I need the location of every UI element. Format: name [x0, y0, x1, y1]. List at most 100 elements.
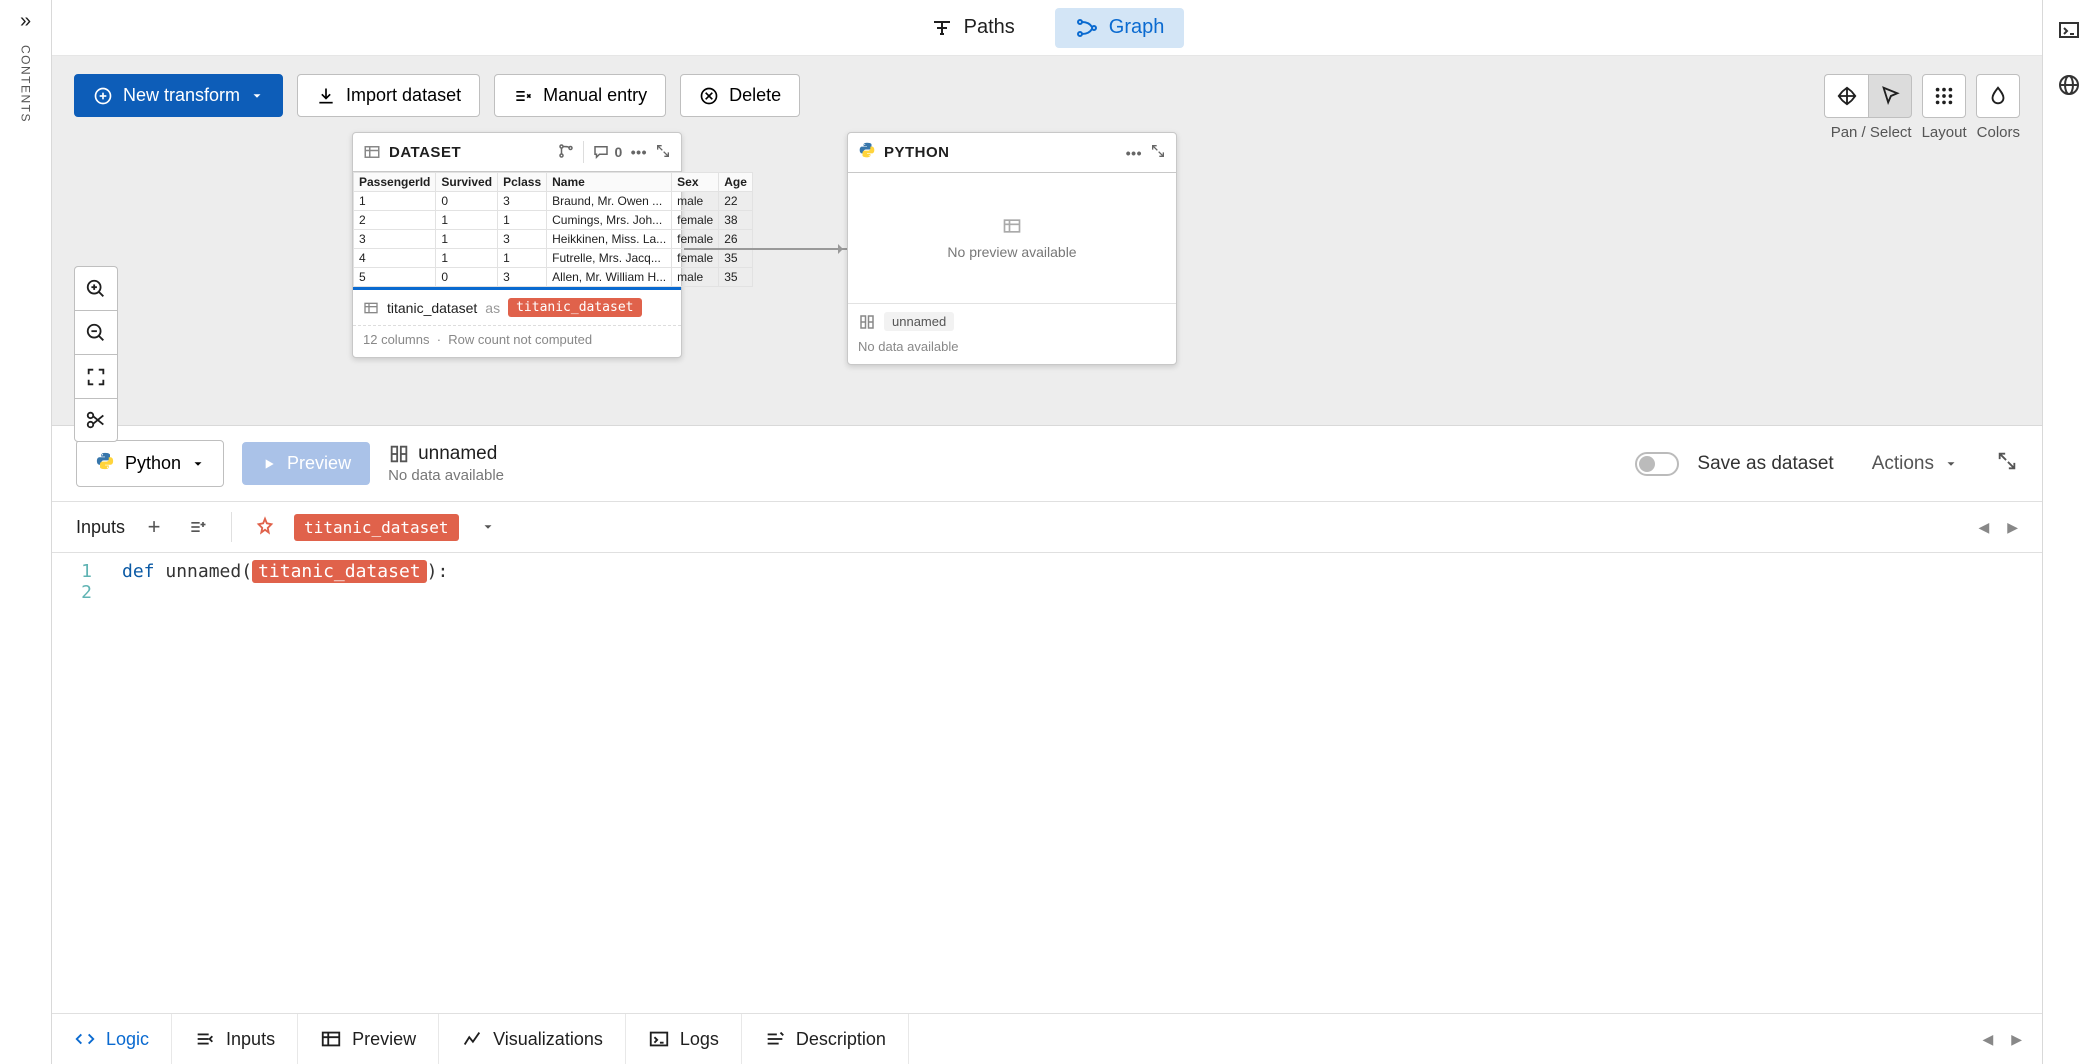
preview-button[interactable]: Preview: [242, 442, 370, 485]
table-cell: 4: [354, 249, 436, 268]
inputs-tab[interactable]: Inputs: [172, 1014, 298, 1064]
expand-editor-button[interactable]: [1996, 450, 2018, 478]
code-icon: [74, 1028, 96, 1050]
row-count: Row count not computed: [448, 332, 592, 347]
fit-screen-button[interactable]: [74, 354, 118, 398]
table-cell: male: [672, 268, 719, 287]
code-function-name: unnamed: [165, 561, 241, 582]
delete-label: Delete: [729, 85, 781, 106]
table-cell: 0: [436, 192, 498, 211]
table-cell: 1: [436, 230, 498, 249]
table-cell: female: [672, 211, 719, 230]
table-header: Survived: [436, 173, 498, 192]
table-cell: 2: [354, 211, 436, 230]
table-cell: female: [672, 249, 719, 268]
transform-icon: [858, 313, 876, 331]
colors-label: Colors: [1977, 124, 2020, 141]
logs-tab[interactable]: Logs: [626, 1014, 742, 1064]
expand-node-icon[interactable]: [1150, 143, 1166, 162]
zoom-in-button[interactable]: [74, 266, 118, 310]
dataset-as: as: [485, 300, 500, 316]
description-tab-label: Description: [796, 1029, 886, 1050]
inputs-prev[interactable]: ◀: [1978, 519, 1989, 536]
python-logo-icon: [95, 451, 115, 476]
input-marker-icon[interactable]: [250, 512, 280, 542]
zoom-out-button[interactable]: [74, 310, 118, 354]
code-keyword: def: [122, 561, 155, 582]
inputs-label: Inputs: [76, 517, 125, 538]
input-tag[interactable]: titanic_dataset: [294, 514, 459, 541]
description-tab[interactable]: Description: [742, 1014, 909, 1064]
description-icon: [764, 1028, 786, 1050]
more-icon[interactable]: •••: [631, 144, 647, 160]
code-editor[interactable]: 1 def unnamed(titanic_dataset): 2: [52, 553, 2042, 1013]
table-row: 503Allen, Mr. William H...male35: [354, 268, 753, 287]
colors-tool-button[interactable]: [1976, 74, 2020, 118]
dataset-preview-table: PassengerIdSurvivedPclassNameSexAge 103B…: [353, 172, 753, 287]
save-as-dataset-toggle[interactable]: [1635, 452, 1679, 476]
crop-button[interactable]: [74, 398, 118, 442]
globe-icon[interactable]: [2057, 73, 2081, 100]
cursor-icon: [1879, 85, 1901, 107]
table-header: Name: [547, 173, 672, 192]
tabs-prev[interactable]: ◀: [1982, 1031, 1993, 1048]
scissor-icon: [85, 409, 107, 431]
preview-label: Preview: [287, 453, 351, 474]
add-input-list-button[interactable]: [183, 512, 213, 542]
table-icon: [1002, 216, 1022, 236]
pan-select-label: Pan / Select: [1831, 124, 1912, 141]
terminal-icon[interactable]: [2057, 18, 2081, 45]
caret-down-icon: [250, 89, 264, 103]
language-label: Python: [125, 453, 181, 474]
expand-sidebar-icon[interactable]: »: [20, 10, 31, 33]
dataset-name: titanic_dataset: [387, 300, 477, 316]
more-icon[interactable]: •••: [1126, 145, 1142, 161]
table-row: 103Braund, Mr. Owen ...male22: [354, 192, 753, 211]
table-cell: female: [672, 230, 719, 249]
paths-tab[interactable]: Paths: [910, 8, 1035, 48]
select-tool-button[interactable]: [1868, 74, 1912, 118]
zoom-in-icon: [85, 278, 107, 300]
input-caret-down[interactable]: [473, 512, 503, 542]
dataset-node[interactable]: DATASET 0 ••• PassengerIdSurvivedP: [352, 132, 682, 358]
preview-tab-label: Preview: [352, 1029, 416, 1050]
move-icon: [1836, 85, 1858, 107]
manual-entry-button[interactable]: Manual entry: [494, 74, 666, 117]
contents-label[interactable]: CONTENTS: [19, 45, 33, 123]
language-select[interactable]: Python: [76, 440, 224, 487]
table-cell: Allen, Mr. William H...: [547, 268, 672, 287]
main-area: Paths Graph New transform Import dataset: [52, 0, 2042, 1064]
import-dataset-button[interactable]: Import dataset: [297, 74, 480, 117]
inputs-next[interactable]: ▶: [2007, 519, 2018, 536]
logic-tab[interactable]: Logic: [52, 1014, 172, 1064]
new-transform-button[interactable]: New transform: [74, 74, 283, 117]
layout-tool-button[interactable]: [1922, 74, 1966, 118]
dataset-node-footer: titanic_dataset as titanic_dataset: [353, 287, 681, 325]
table-cell: 35: [719, 249, 753, 268]
no-data-label: No data available: [858, 339, 958, 354]
branch-icon[interactable]: [557, 142, 575, 163]
table-cell: Cumings, Mrs. Joh...: [547, 211, 672, 230]
table-cell: 0: [436, 268, 498, 287]
delete-button[interactable]: Delete: [680, 74, 800, 117]
table-cell: 3: [498, 192, 547, 211]
table-row: 411Futrelle, Mrs. Jacq...female35: [354, 249, 753, 268]
actions-dropdown[interactable]: Actions: [1872, 453, 1958, 475]
graph-tab[interactable]: Graph: [1055, 8, 1185, 48]
expand-node-icon[interactable]: [655, 143, 671, 162]
visualizations-tab[interactable]: Visualizations: [439, 1014, 626, 1064]
graph-canvas[interactable]: New transform Import dataset Manual entr…: [52, 56, 2042, 426]
comment-icon[interactable]: 0: [592, 143, 622, 161]
import-dataset-label: Import dataset: [346, 85, 461, 106]
pan-tool-button[interactable]: [1824, 74, 1868, 118]
graph-edge: [684, 248, 847, 250]
no-preview-label: No preview available: [947, 244, 1076, 260]
left-rail: » CONTENTS: [0, 0, 52, 1064]
preview-tab[interactable]: Preview: [298, 1014, 439, 1064]
tabs-next[interactable]: ▶: [2011, 1031, 2022, 1048]
table-icon: [363, 143, 381, 161]
zoom-controls: [74, 266, 118, 442]
table-cell: 22: [719, 192, 753, 211]
add-input-button[interactable]: +: [139, 512, 169, 542]
python-node[interactable]: PYTHON ••• No preview available unnamed …: [847, 132, 1177, 365]
